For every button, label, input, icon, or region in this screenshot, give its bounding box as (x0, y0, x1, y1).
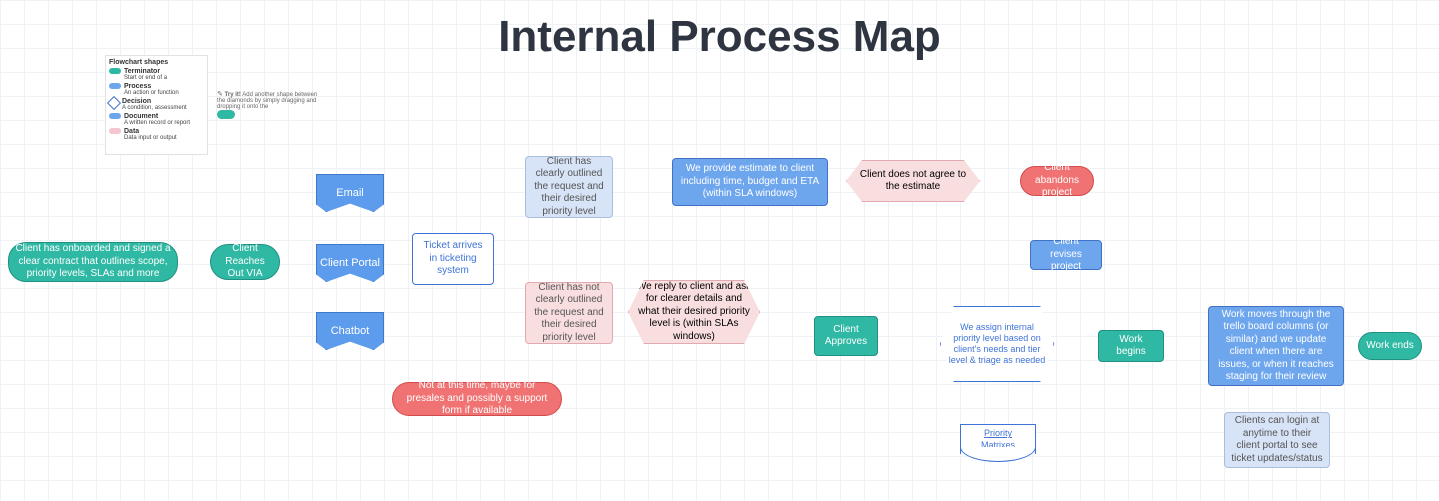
data-clear[interactable]: Client has clearly outlined the request … (525, 156, 613, 218)
terminator-start[interactable]: Client has onboarded and signed a clear … (8, 242, 178, 282)
tryit-callout: ✎ Try it! Add another shape between the … (217, 90, 327, 119)
decision-askclear[interactable]: We reply to client and ask for clearer d… (628, 280, 760, 344)
page-title: Internal Process Map (0, 12, 1439, 62)
terminator-chatnote[interactable]: Not at this time, maybe for presales and… (392, 382, 562, 416)
data-login[interactable]: Clients can login at anytime to their cl… (1224, 412, 1330, 468)
process-ticket[interactable]: Ticket arrives in ticketing system (412, 233, 494, 285)
process-begins[interactable]: Work begins (1098, 330, 1164, 362)
decision-disagree[interactable]: Client does not agree to the estimate (846, 160, 980, 202)
terminator-reachout[interactable]: Client Reaches Out VIA (210, 244, 280, 280)
process-revises[interactable]: Client revises project (1030, 240, 1102, 270)
legend-heading: Flowchart shapes (109, 59, 168, 66)
process-estimate[interactable]: We provide estimate to client including … (672, 158, 828, 206)
process-approves[interactable]: Client Approves (814, 316, 878, 356)
doc-priority-matrix[interactable]: Priority Matrixes (960, 424, 1036, 454)
legend-panel: Flowchart shapes TerminatorStart or end … (105, 55, 208, 155)
tryit-sample-pill[interactable] (217, 110, 235, 119)
data-notclear[interactable]: Client has not clearly outlined the requ… (525, 282, 613, 344)
process-moves[interactable]: Work moves through the trello board colu… (1208, 306, 1344, 386)
decision-assign[interactable]: We assign internal priority level based … (940, 306, 1054, 382)
terminator-abandon[interactable]: Client abandons project (1020, 166, 1094, 196)
terminator-ends[interactable]: Work ends (1358, 332, 1422, 360)
